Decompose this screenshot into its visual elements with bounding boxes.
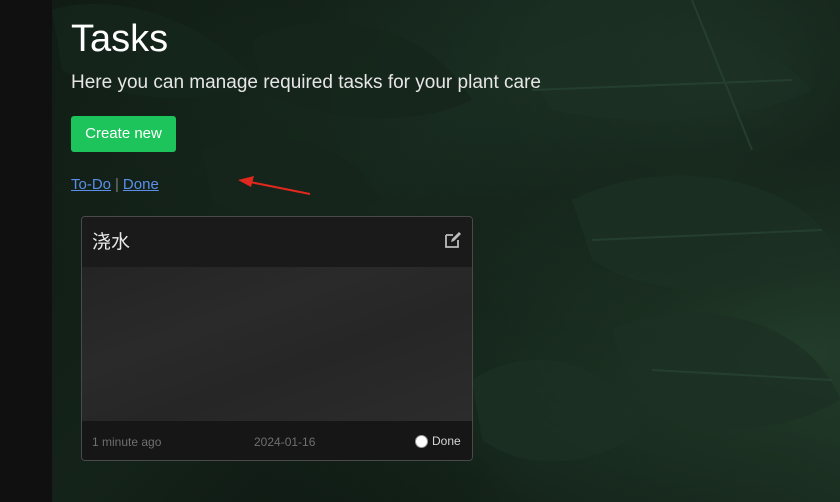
task-date: 2024-01-16 bbox=[254, 435, 316, 449]
left-sidebar-strip bbox=[0, 0, 52, 502]
task-card: 浇水 1 minute ago 2024-01-16 Done bbox=[81, 216, 473, 461]
done-radio[interactable] bbox=[415, 434, 428, 448]
page-title: Tasks bbox=[71, 18, 169, 60]
task-card-footer: 1 minute ago 2024-01-16 Done bbox=[82, 421, 472, 460]
done-label: Done bbox=[432, 434, 461, 448]
task-done-toggle[interactable]: Done bbox=[415, 433, 461, 449]
filter-separator: | bbox=[115, 176, 119, 193]
page-subtitle: Here you can manage required tasks for y… bbox=[71, 72, 541, 93]
red-annotation-arrow-icon bbox=[238, 176, 311, 195]
filter-todo-link[interactable]: To-Do bbox=[71, 176, 111, 193]
task-relative-time: 1 minute ago bbox=[92, 435, 162, 449]
task-filter-tabs: To-Do | Done bbox=[71, 176, 159, 194]
create-new-button[interactable]: Create new bbox=[71, 116, 176, 152]
filter-done-link[interactable]: Done bbox=[123, 176, 159, 193]
task-title: 浇水 bbox=[92, 232, 131, 253]
task-card-image bbox=[82, 267, 472, 421]
task-card-header: 浇水 bbox=[82, 217, 472, 267]
edit-icon[interactable] bbox=[444, 231, 462, 249]
